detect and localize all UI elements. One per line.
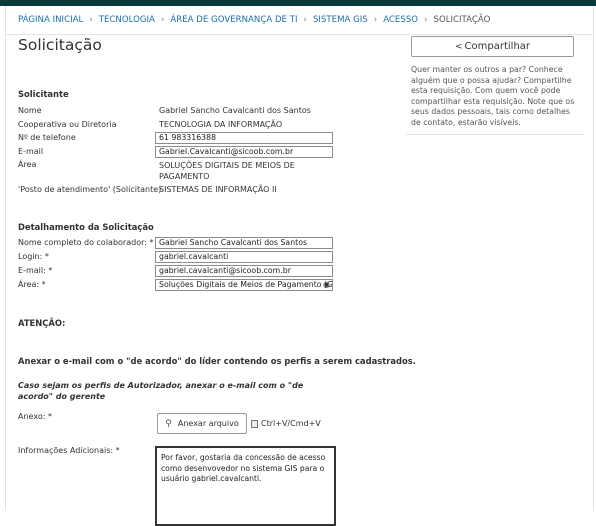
- share-description: Quer manter os outros a par? Conhece alg…: [411, 65, 575, 127]
- share-icon: <: [454, 41, 463, 52]
- breadcrumb-link-sistema-gis[interactable]: SISTEMA GIS: [313, 15, 368, 25]
- details-login-label: Login: *: [18, 252, 49, 261]
- notice-instruction: Anexar o e-mail com o "de acordo" do líd…: [18, 356, 416, 366]
- requester-email-field[interactable]: Gabriel.Cavalcanti@sicoob.com.br: [155, 146, 333, 158]
- details-email-label: E-mail: *: [18, 266, 53, 275]
- request-page: PÁGINA INICIAL › TECNOLOGIA › ÁREA DE GOVERN…: [5, 6, 594, 526]
- requester-name-value: Gabriel Sancho Cavalcanti dos Santos: [159, 106, 311, 115]
- share-button[interactable]: < Compartilhar: [411, 36, 574, 57]
- requester-coop-value: TECNOLOGIA DA INFORMAÇÃO: [159, 120, 283, 129]
- paperclip-icon: ⚲: [165, 418, 172, 429]
- details-area-selected: Soluções Digitais de Meios de Pagamento …: [159, 280, 333, 289]
- breadcrumb-separator: ›: [160, 15, 165, 25]
- notice-title: ATENÇÃO:: [18, 318, 66, 328]
- additional-info-textarea[interactable]: Por favor, gostaria da concessão de aces…: [155, 446, 336, 526]
- breadcrumb-divider: [6, 34, 593, 35]
- breadcrumb: PÁGINA INICIAL › TECNOLOGIA › ÁREA DE GOVERN…: [18, 15, 490, 25]
- details-area-select[interactable]: Soluções Digitais de Meios de Pagamento …: [155, 279, 333, 291]
- details-fullname-label: Nome completo do colaborador: *: [18, 238, 154, 247]
- breadcrumb-link-tecnologia[interactable]: TECNOLOGIA: [99, 15, 155, 25]
- breadcrumb-link-acesso[interactable]: ACESSO: [383, 15, 418, 25]
- requester-phone-label: Nº de telefone: [18, 133, 76, 142]
- share-divider: [406, 134, 584, 135]
- breadcrumb-separator: ›: [424, 15, 428, 25]
- attachment-label: Anexo: *: [18, 412, 52, 421]
- requester-name-label: Nome: [18, 106, 42, 115]
- paste-icon: [251, 420, 258, 428]
- breadcrumb-link-home[interactable]: PÁGINA INICIAL: [18, 15, 83, 25]
- requester-coop-label: Cooperativa ou Diretoria: [18, 120, 117, 129]
- additional-info-label: Informações Adicionais: *: [18, 446, 120, 455]
- breadcrumb-separator: ›: [373, 15, 378, 25]
- requester-post-value: SISTEMAS DE INFORMAÇÃO II: [159, 185, 277, 194]
- dropdown-arrow-icon: ◉: [323, 280, 330, 289]
- details-email-field[interactable]: gabriel.cavalcanti@sicoob.com.br: [155, 265, 333, 277]
- breadcrumb-separator: ›: [89, 15, 93, 25]
- requester-area-value: SOLUÇÕES DIGITAIS DE MEIOS DE PAGAMENTO: [159, 161, 295, 181]
- share-button-label: Compartilhar: [464, 41, 531, 52]
- breadcrumb-link-governanca[interactable]: ÁREA DE GOVERNANÇA DE TI: [170, 15, 297, 25]
- requester-phone-field[interactable]: 61 983316388: [155, 132, 333, 144]
- breadcrumb-separator: ›: [303, 15, 307, 25]
- details-login-field[interactable]: gabriel.cavalcanti: [155, 251, 333, 263]
- page-title: Solicitação: [18, 36, 102, 54]
- notice-note: Caso sejam os perfis de Autorizador, ane…: [18, 381, 304, 401]
- details-section-title: Detalhamento da Solicitação: [18, 222, 154, 232]
- requester-section-title: Solicitante: [18, 89, 69, 99]
- requester-area-label: Área: [18, 160, 37, 169]
- attach-file-label: Anexar arquivo: [177, 419, 239, 428]
- attach-file-button[interactable]: ⚲ Anexar arquivo: [157, 413, 247, 434]
- requester-post-label: 'Posto de atendimento' (Solicitante): [18, 185, 162, 194]
- breadcrumb-current: SOLICITAÇÃO: [433, 15, 491, 25]
- details-fullname-field[interactable]: Gabriel Sancho Cavalcanti dos Santos: [155, 237, 333, 249]
- details-area-label: Área: *: [18, 280, 46, 289]
- paste-hint: Ctrl+V/Cmd+V: [261, 419, 321, 428]
- requester-email-label: E-mail: [18, 147, 44, 156]
